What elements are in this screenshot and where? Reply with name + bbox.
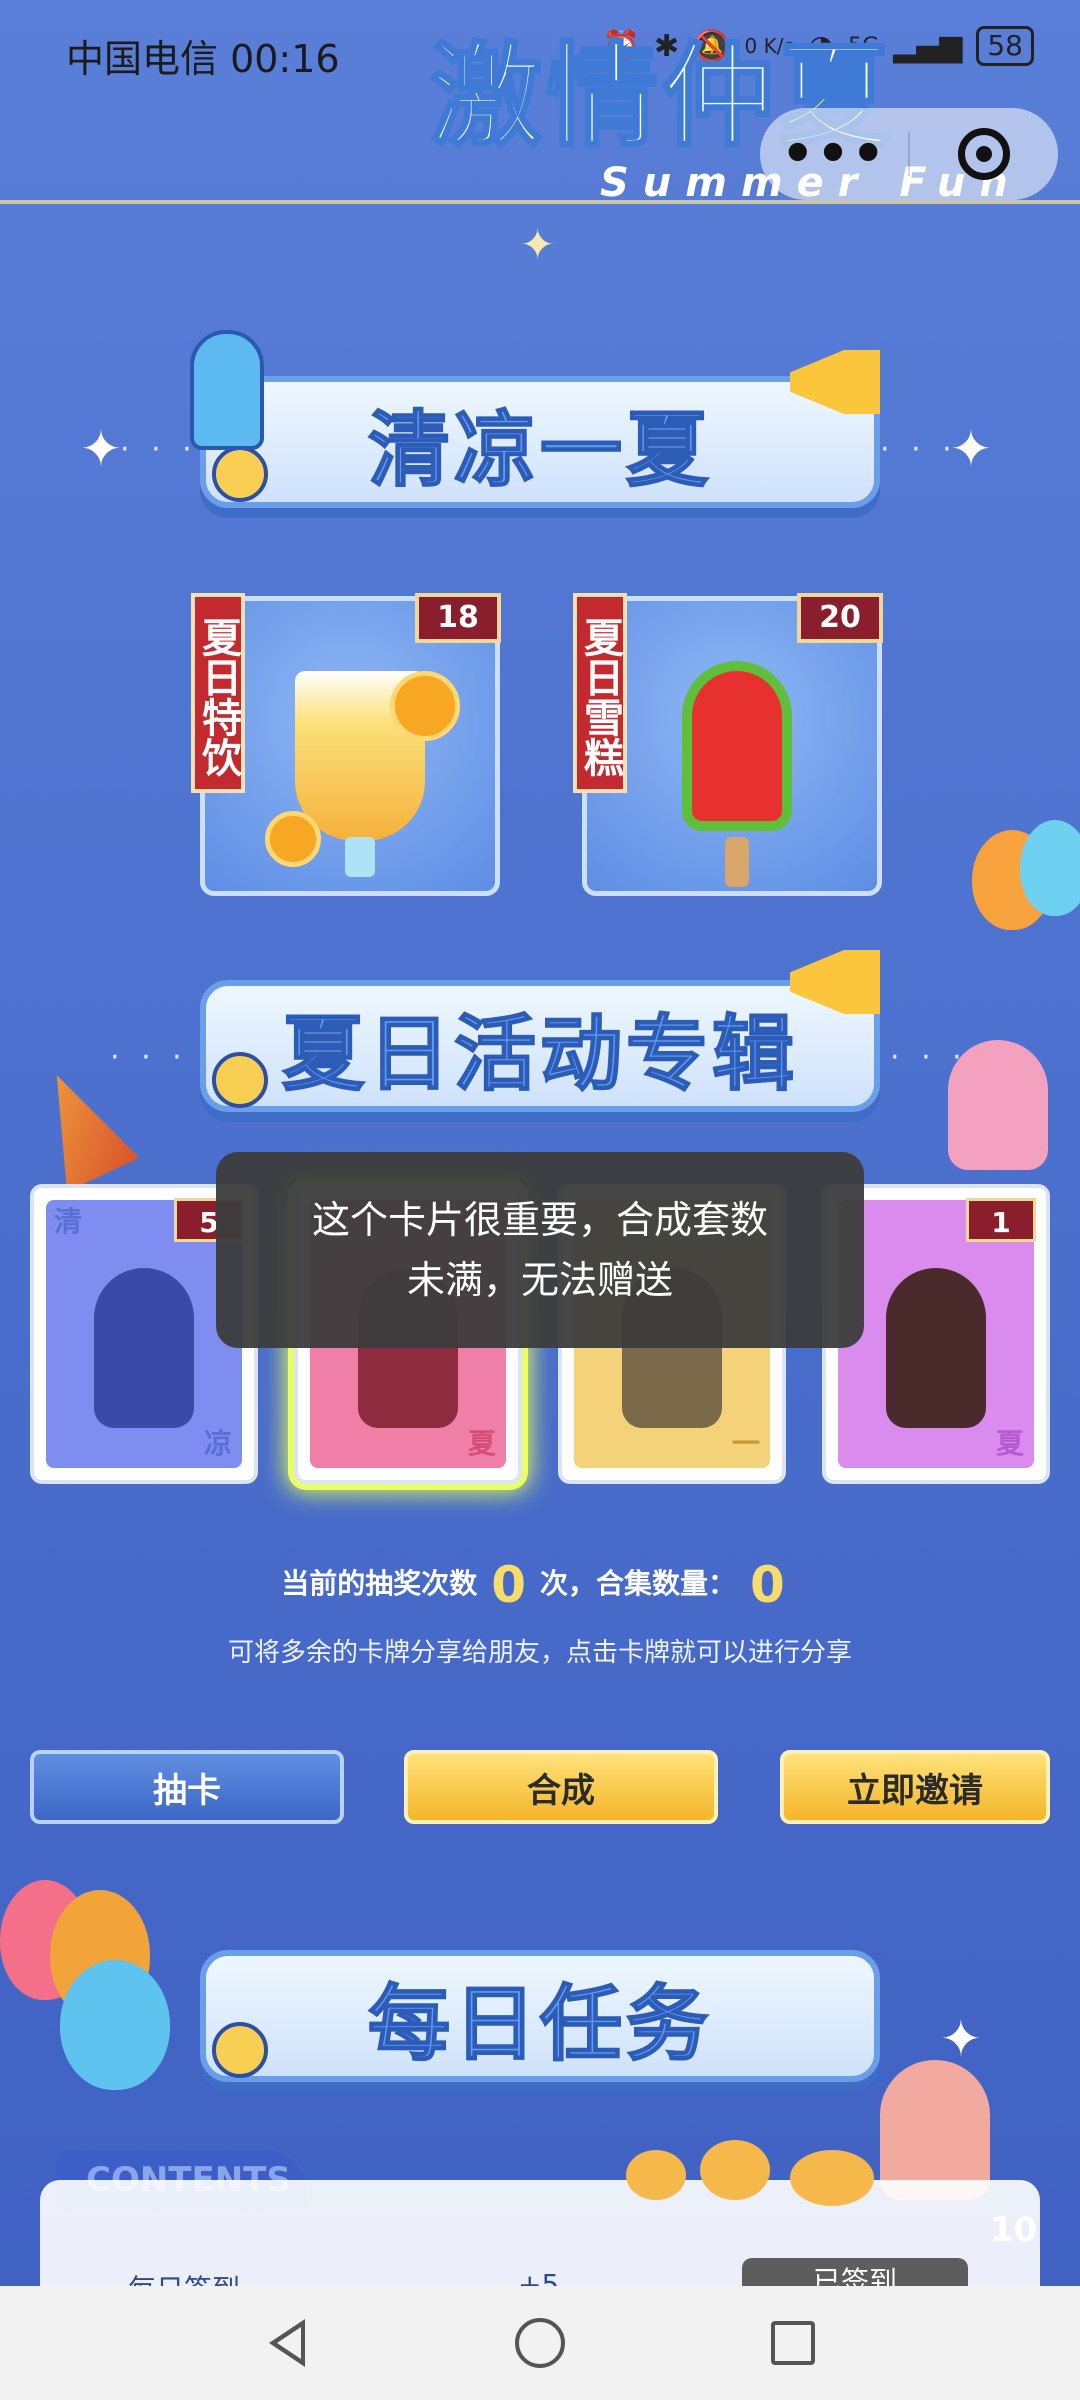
orange-slice-icon (265, 811, 321, 867)
sets-value: 0 (750, 1556, 785, 1614)
prize-name: 夏日雪糕 (573, 593, 627, 793)
egg-icon (212, 1052, 268, 1108)
prize-name: 夏日特饮 (191, 593, 245, 793)
balloon-icon (1020, 820, 1080, 916)
prize-count: 20 (797, 593, 883, 643)
sparkle-icon: ✦ (520, 220, 556, 269)
toast-message: 这个卡片很重要，合成套数 未满，无法赠送 (216, 1152, 864, 1348)
egg-icon (212, 446, 268, 502)
card-count-badge: 1 (966, 1198, 1036, 1242)
recents-button[interactable] (761, 2311, 825, 2375)
prize-count: 18 (415, 593, 501, 643)
target-icon (958, 128, 1010, 180)
section-header-activity-album: 夏日活动专辑 (200, 980, 880, 1112)
egg-icon (212, 2022, 268, 2078)
character-figure-icon (886, 1268, 986, 1428)
card-corner-char: 凉 (203, 1427, 232, 1460)
home-button[interactable] (508, 2311, 572, 2375)
orange-slice-icon (390, 671, 460, 741)
close-miniprogram-button[interactable] (910, 128, 1058, 180)
section-header-summer-cool: 清凉一夏 (200, 376, 880, 508)
navigation-bar (0, 2286, 1080, 2400)
bread-icon (790, 2150, 874, 2206)
countdown-timer: 10 (990, 2210, 1038, 2250)
section-header-daily-tasks: 每日任务 (200, 1950, 880, 2082)
fox-girl-mascot-icon (880, 2060, 990, 2200)
section-title: 每日任务 (367, 1976, 712, 2073)
draw-stats: 当前的抽奖次数 0 次，合集数量： 0 (0, 1556, 1080, 1614)
glass-stem (345, 837, 375, 877)
bread-icon (626, 2150, 686, 2200)
balloon-icon (60, 1960, 170, 2090)
toast-line-1: 这个卡片很重要，合成套数 (311, 1198, 768, 1242)
dot-divider: · · · (880, 432, 958, 467)
mini-program-capsule: ••• (760, 108, 1058, 200)
card-corner-char: 清 (54, 1205, 83, 1238)
draws-unit: 次，合集数量： (540, 1567, 737, 1600)
carrier-time: 中国电信 00:16 (66, 37, 340, 81)
recents-icon (771, 2321, 816, 2365)
toast-line-2: 未满，无法赠送 (406, 1258, 673, 1302)
popsicle-stick (725, 837, 749, 887)
draws-label: 当前的抽奖次数 (281, 1567, 478, 1600)
draws-value: 0 (491, 1556, 526, 1614)
invite-button[interactable]: 立即邀请 (780, 1750, 1050, 1824)
draw-card-button[interactable]: 抽卡 (30, 1750, 344, 1824)
signal-icon: ▂▄▆ (893, 28, 963, 64)
section-title: 清凉一夏 (367, 402, 712, 499)
dot-divider: · · · (120, 432, 198, 467)
combine-button[interactable]: 合成 (404, 1750, 718, 1824)
sparkle-icon: ✦ (940, 2010, 982, 2068)
back-button[interactable] (255, 2311, 319, 2375)
card-corner-char: 夏 (467, 1427, 496, 1460)
sparkle-icon: ✦ (80, 420, 122, 478)
watermelon-popsicle-icon (682, 661, 792, 831)
prize-card-drink[interactable]: 夏日特饮 18 (191, 593, 501, 896)
party-popper-icon (21, 1058, 140, 1192)
prize-card-popsicle[interactable]: 夏日雪糕 20 (573, 593, 883, 896)
popsicle-mascot-icon (190, 330, 264, 450)
mascot-girl-icon (948, 1040, 1048, 1170)
share-tip: 可将多余的卡牌分享给朋友，点击卡牌就可以进行分享 (227, 1638, 852, 1668)
battery-icon: 58 (976, 26, 1034, 66)
dot-divider: · · · (110, 1040, 188, 1075)
back-icon (268, 2319, 305, 2367)
section-title: 夏日活动专辑 (281, 1006, 798, 1103)
character-figure-icon (94, 1268, 194, 1428)
bread-icon (700, 2140, 770, 2200)
more-menu-button[interactable]: ••• (760, 128, 908, 180)
card-corner-char: 一 (731, 1427, 760, 1460)
card-corner-char: 夏 (995, 1427, 1024, 1460)
home-icon (514, 2318, 565, 2368)
